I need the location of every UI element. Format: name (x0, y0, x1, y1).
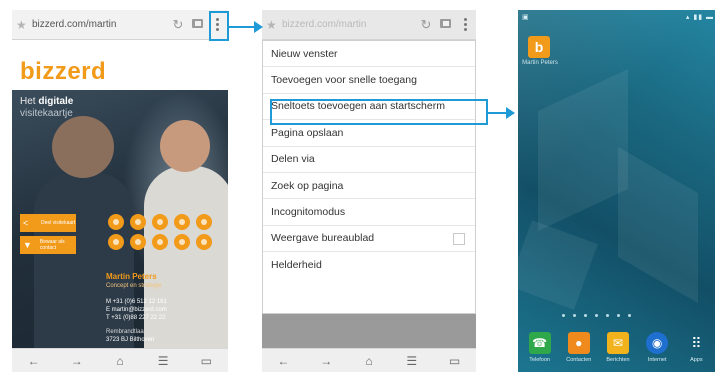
dock-apps[interactable]: ⠿ Apps (677, 332, 715, 372)
contact-details: Martin Peters Concept en strategie M +31… (106, 272, 222, 344)
back-icon[interactable]: ← (273, 354, 293, 368)
address-bar[interactable]: ★ bizzerd.com/martin ↻ (262, 10, 476, 40)
menu-item-desktop-view[interactable]: Weergave bureaublad (263, 226, 475, 253)
linkedin-circle-icon[interactable] (108, 234, 124, 250)
address-bar[interactable]: ★ bizzerd.com/martin ↻ (12, 10, 228, 40)
bookmark-star-icon[interactable]: ★ (16, 18, 28, 32)
dock-phone[interactable]: ☎ Telefoon (521, 332, 559, 372)
dock: ☎ Telefoon ● Contacten ✉ Berichten ◉ Int… (518, 332, 715, 372)
location-circle-icon[interactable] (174, 214, 190, 230)
menu-item-new-window[interactable]: Nieuw venster (263, 41, 475, 68)
save-contact-button[interactable]: ▼ Bewaar als contact (20, 236, 76, 254)
web-circle-icon[interactable] (152, 214, 168, 230)
notification-icon: ▣ (522, 14, 529, 21)
bizzerd-shortcut-icon[interactable]: b (528, 36, 550, 58)
reload-icon[interactable]: ↻ (170, 17, 186, 33)
skype-circle-icon[interactable] (152, 234, 168, 250)
status-bar: ▣ ▴ ▮▮ ▬ (518, 10, 715, 24)
saved-pages-icon[interactable]: ▭ (445, 354, 465, 368)
home-screen: ▣ ▴ ▮▮ ▬ b Martin Peters ☎ Telefoon ● Co… (518, 10, 715, 372)
contact-phone[interactable]: T +31 (0)88 227 22 22 (106, 314, 222, 322)
highlight-menu-button (209, 11, 229, 41)
menu-item-incognito[interactable]: Incognitomodus (263, 199, 475, 226)
arrow-right-icon (488, 107, 515, 119)
google-circle-icon[interactable] (196, 234, 212, 250)
tutorial-stage: ★ bizzerd.com/martin ↻ bizzerd Het digit… (0, 0, 715, 383)
phone-icon: ☎ (528, 332, 551, 354)
contact-email[interactable]: E martin@bizzerd.com (106, 306, 222, 314)
bookmarks-icon[interactable]: ☰ (153, 354, 173, 368)
page-indicator (562, 314, 631, 317)
apps-grid-icon: ⠿ (691, 334, 702, 351)
email-circle-icon[interactable] (130, 214, 146, 230)
dimmed-page (262, 314, 476, 348)
profile-photo: Het digitale visitekaartje < Deel visite… (12, 90, 228, 348)
menu-item-brightness[interactable]: Helderheid (263, 252, 475, 278)
dock-internet[interactable]: ◉ Internet (638, 332, 676, 372)
home-icon[interactable]: ⌂ (110, 354, 130, 368)
share-card-button[interactable]: < Deel visitekaart (20, 214, 76, 232)
tagline: Het digitale visitekaartje (20, 96, 74, 119)
sms-circle-icon[interactable] (196, 214, 212, 230)
bizzerd-logo: bizzerd (20, 58, 107, 85)
globe-icon: ◉ (646, 332, 669, 354)
url-field[interactable]: bizzerd.com/martin (28, 19, 170, 30)
back-icon[interactable]: ← (24, 354, 44, 368)
forward-icon[interactable]: → (67, 354, 87, 368)
dock-contacts[interactable]: ● Contacten (560, 332, 598, 372)
arrow-right-icon (229, 21, 263, 33)
messages-icon: ✉ (606, 332, 629, 354)
download-icon: ▼ (23, 240, 32, 250)
browser-nav-bar: ← → ⌂ ☰ ▭ (12, 348, 228, 372)
saved-pages-icon[interactable]: ▭ (196, 354, 216, 368)
contact-street: Rembrandtlaan 24 (106, 329, 156, 335)
browser-screen-menu: ★ bizzerd.com/martin ↻ Nieuw venster Toe… (262, 10, 476, 372)
social-icon-grid (108, 214, 218, 250)
contact-city: 3723 BJ Bilthoven (106, 337, 155, 343)
reload-icon[interactable]: ↻ (418, 17, 434, 33)
menu-item-quick-access[interactable]: Toevoegen voor snelle toegang (263, 67, 475, 94)
bizzerd-shortcut-label[interactable]: Martin Peters (522, 60, 558, 67)
forward-icon[interactable]: → (316, 354, 336, 368)
logo-header: bizzerd (12, 40, 228, 90)
facebook-circle-icon[interactable] (130, 234, 146, 250)
twitter-circle-icon[interactable] (174, 234, 190, 250)
tabs-icon[interactable] (438, 19, 454, 30)
url-field[interactable]: bizzerd.com/martin (278, 19, 418, 30)
contact-role: Concept en strategie (106, 283, 162, 289)
browser-options-menu: Nieuw venster Toevoegen voor snelle toeg… (262, 40, 476, 314)
tabs-icon[interactable] (190, 19, 206, 30)
contacts-icon: ● (567, 332, 590, 354)
menu-kebab-icon[interactable] (458, 15, 472, 35)
home-icon[interactable]: ⌂ (359, 354, 379, 368)
bookmarks-icon[interactable]: ☰ (402, 354, 422, 368)
desktop-view-checkbox[interactable] (453, 232, 465, 245)
menu-item-share-via[interactable]: Delen via (263, 147, 475, 173)
share-icon: < (23, 218, 29, 228)
dock-messages[interactable]: ✉ Berichten (599, 332, 637, 372)
highlight-add-shortcut (270, 99, 488, 125)
status-icons: ▴ ▮▮ ▬ (685, 14, 714, 21)
contact-mobile[interactable]: M +31 (0)6 512 12 161 (106, 298, 222, 306)
contact-name: Martin Peters (106, 272, 157, 281)
menu-item-find-on-page[interactable]: Zoek op pagina (263, 173, 475, 200)
bookmark-star-icon[interactable]: ★ (266, 18, 278, 32)
browser-nav-bar: ← → ⌂ ☰ ▭ (262, 348, 476, 372)
browser-screen-bizzerd: ★ bizzerd.com/martin ↻ bizzerd Het digit… (12, 10, 228, 372)
phone-circle-icon[interactable] (108, 214, 124, 230)
